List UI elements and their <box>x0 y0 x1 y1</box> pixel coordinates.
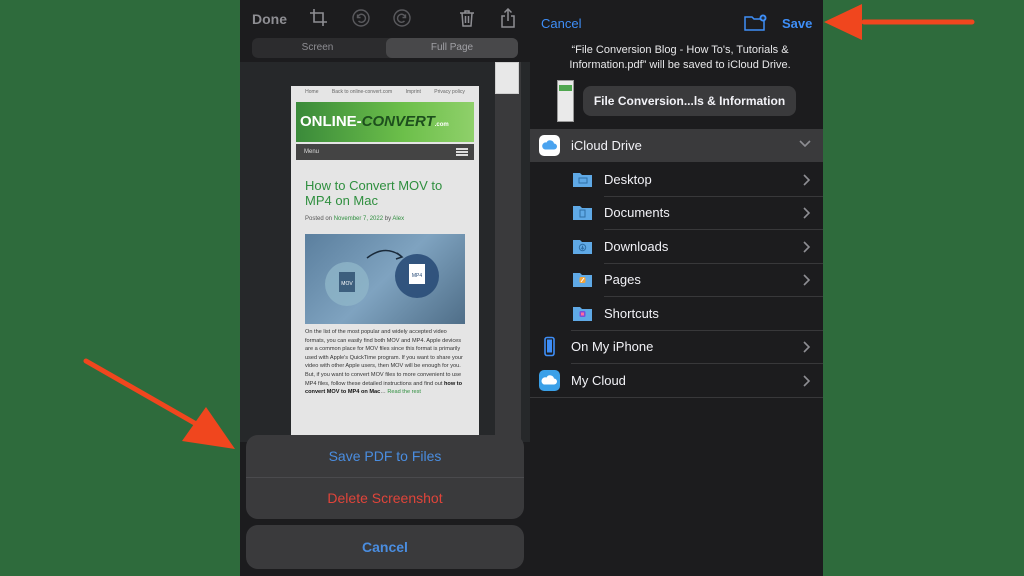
files-save-button[interactable]: Save <box>782 16 812 31</box>
pdf-thumbnail <box>557 80 574 122</box>
mp4-file-label: MP4 <box>412 273 423 279</box>
article-hero-image: MOV MP4 <box>305 234 465 324</box>
location-label: Desktop <box>604 172 652 187</box>
row-divider <box>571 330 823 331</box>
location-label: Shortcuts <box>604 306 659 321</box>
location-label: Documents <box>604 205 670 220</box>
doc-link-back: Back to online-convert.com <box>331 89 393 95</box>
action-sheet-cancel-button[interactable]: Cancel <box>246 525 524 569</box>
location-label: Downloads <box>604 239 669 254</box>
chevron-right-icon <box>803 263 811 296</box>
location-shortcuts[interactable]: Shortcuts <box>530 297 823 330</box>
chevron-right-icon <box>803 163 811 196</box>
done-button[interactable]: Done <box>252 11 287 27</box>
action-sheet: Save PDF to Files Delete Screenshot <box>246 435 524 519</box>
trash-icon[interactable] <box>457 8 477 28</box>
article-byline: Posted on November 7, 2022 by Alex <box>305 216 405 222</box>
folder-shortcuts-icon <box>572 303 593 324</box>
folder-desktop-icon <box>572 169 593 190</box>
editor-toolbar: Done <box>240 0 530 38</box>
annotation-arrow-save-pdf <box>83 358 235 449</box>
location-on-my-iphone[interactable]: On My iPhone <box>530 330 823 363</box>
page-thumbnail-strip[interactable] <box>495 62 521 442</box>
location-desktop[interactable]: Desktop <box>530 163 823 196</box>
folder-pages-icon <box>572 269 593 290</box>
iphone-icon <box>539 336 560 357</box>
crop-icon[interactable] <box>309 8 329 28</box>
chevron-down-icon[interactable] <box>799 129 811 162</box>
save-pdf-to-files-button[interactable]: Save PDF to Files <box>246 435 524 478</box>
location-pages[interactable]: Pages <box>530 263 823 296</box>
row-divider <box>604 296 823 297</box>
site-logo: ONLINE-CONVERT.com <box>300 113 449 130</box>
location-label: My Cloud <box>571 373 626 388</box>
location-downloads[interactable]: Downloads <box>530 230 823 263</box>
screenshot-editor-panel: Done Screen Full Page Home Back to onlin… <box>240 0 530 576</box>
share-icon[interactable] <box>498 8 518 28</box>
doc-link-home: Home <box>305 89 319 95</box>
capture-mode-segmented-control: Screen Full Page <box>252 38 518 58</box>
files-cancel-button[interactable]: Cancel <box>541 16 581 31</box>
chevron-right-icon <box>803 330 811 363</box>
hamburger-icon <box>456 148 468 156</box>
read-rest-link: Read the rest <box>387 389 421 396</box>
tab-full-page[interactable]: Full Page <box>386 38 518 58</box>
annotation-arrow-save <box>824 4 975 40</box>
files-save-panel: Cancel Save “File Conversion Blog - How … <box>530 0 823 576</box>
site-menu-bar: Menu <box>296 144 474 160</box>
new-folder-icon[interactable] <box>744 14 768 32</box>
undo-icon[interactable] <box>351 8 371 28</box>
doc-link-privacy: Privacy policy <box>434 89 465 95</box>
location-icloud-drive[interactable]: iCloud Drive <box>530 129 823 162</box>
chevron-right-icon <box>803 196 811 229</box>
row-divider <box>604 263 823 264</box>
doc-link-imprint: Imprint <box>405 89 421 95</box>
icloud-icon <box>539 135 560 156</box>
my-cloud-icon <box>539 370 560 391</box>
location-my-cloud[interactable]: My Cloud <box>530 364 823 397</box>
tab-screen[interactable]: Screen <box>252 38 383 58</box>
chevron-right-icon <box>803 364 811 397</box>
location-label: iCloud Drive <box>571 138 642 153</box>
redo-icon[interactable] <box>392 8 412 28</box>
location-label: Pages <box>604 272 641 287</box>
folder-documents-icon <box>572 202 593 223</box>
current-page-thumbnail[interactable] <box>495 62 519 94</box>
mov-file-label: MOV <box>341 281 353 287</box>
location-documents[interactable]: Documents <box>530 196 823 229</box>
row-divider <box>604 229 823 230</box>
menu-label: Menu <box>304 149 320 155</box>
row-divider <box>530 397 823 398</box>
site-banner: ONLINE-CONVERT.com <box>296 102 474 142</box>
webpage-preview: Home Back to online-convert.com Imprint … <box>291 86 479 446</box>
article-excerpt: On the list of the most popular and wide… <box>305 329 463 396</box>
chevron-right-icon <box>803 230 811 263</box>
article-title: How to Convert MOV to MP4 on Mac <box>305 178 443 208</box>
filename-field[interactable]: File Conversion...ls & Information <box>583 86 796 116</box>
location-label: On My iPhone <box>571 339 654 354</box>
delete-screenshot-button[interactable]: Delete Screenshot <box>246 477 524 519</box>
row-divider <box>571 363 823 364</box>
save-destination-message: “File Conversion Blog - How To's, Tutori… <box>569 44 791 71</box>
row-divider <box>604 196 823 197</box>
folder-downloads-icon <box>572 236 593 257</box>
doc-top-links: Home Back to online-convert.com Imprint … <box>291 89 479 99</box>
